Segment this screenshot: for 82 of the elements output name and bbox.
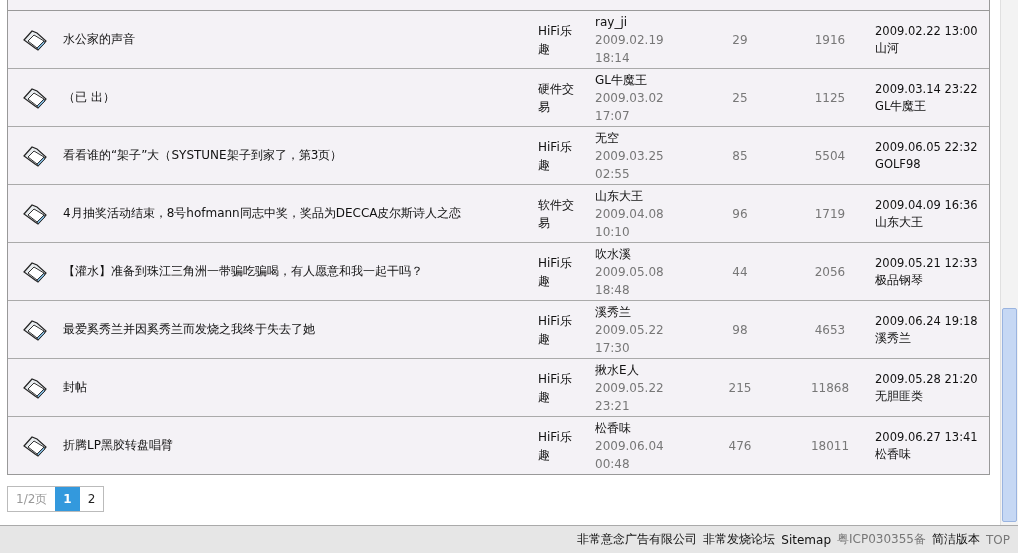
forum-name[interactable]: HiFi乐趣 <box>538 21 576 58</box>
last-poster-name[interactable]: GL牛魔王 <box>875 97 989 115</box>
reply-count: 44 <box>731 264 749 279</box>
folder-icon <box>22 317 48 342</box>
view-count: 5504 <box>813 148 847 163</box>
post-date: 2009.02.19 18:14 <box>595 31 665 67</box>
author-name[interactable]: 揪水E人 <box>595 360 695 379</box>
forum-name[interactable]: HiFi乐趣 <box>538 311 576 348</box>
last-poster-name[interactable]: GOLF98 <box>875 155 989 173</box>
thread-title-link[interactable]: 4月抽奖活动结束，8号hofmann同志中奖，奖品为DECCA皮尔斯诗人之恋 <box>63 205 538 222</box>
view-count: 11868 <box>809 380 851 395</box>
view-count: 1916 <box>813 32 847 47</box>
author-name[interactable]: GL牛魔王 <box>595 70 695 89</box>
view-count: 1719 <box>813 206 847 221</box>
author-name[interactable]: ray_ji <box>595 12 695 31</box>
footer-link[interactable]: 简洁版本 <box>932 531 980 548</box>
author-name[interactable]: 溪秀兰 <box>595 302 695 321</box>
forum-name[interactable]: HiFi乐趣 <box>538 369 576 406</box>
reply-count: 25 <box>731 90 749 105</box>
forum-name[interactable]: HiFi乐趣 <box>538 427 576 464</box>
last-post-time[interactable]: 2009.02.22 13:00 <box>875 22 989 40</box>
post-date: 2009.06.04 00:48 <box>595 437 665 473</box>
last-poster-name[interactable]: 山河 <box>875 39 989 57</box>
forum-name[interactable]: 软件交易 <box>538 195 576 232</box>
post-date: 2009.03.02 17:07 <box>595 89 665 125</box>
footer-text: TOP <box>986 532 1010 547</box>
last-post-time[interactable]: 2009.06.05 22:32 <box>875 138 989 156</box>
author-name[interactable]: 吹水溪 <box>595 244 695 263</box>
thread-title-link[interactable]: 看看谁的“架子”大（SYSTUNE架子到家了，第3页） <box>63 147 538 164</box>
view-count: 2056 <box>813 264 847 279</box>
reply-count: 215 <box>727 380 753 395</box>
last-post-time[interactable]: 2009.05.28 21:20 <box>875 370 989 388</box>
folder-icon <box>22 27 48 52</box>
post-date: 2009.05.22 23:21 <box>595 379 665 415</box>
footer-link[interactable]: 非常发烧论坛 <box>703 531 776 548</box>
footer-link[interactable]: 非常意念广告有限公司 <box>577 531 698 548</box>
reply-count: 85 <box>731 148 749 163</box>
forum-name[interactable]: HiFi乐趣 <box>538 137 576 174</box>
folder-icon <box>22 375 48 400</box>
post-date: 2009.05.22 17:30 <box>595 321 665 357</box>
last-post-time[interactable]: 2009.04.09 16:36 <box>875 196 989 214</box>
reply-count: 98 <box>731 322 749 337</box>
post-date: 2009.04.08 10:10 <box>595 205 665 241</box>
author-name[interactable]: 无空 <box>595 128 695 147</box>
scrollbar-thumb[interactable] <box>1002 308 1017 522</box>
last-post-time[interactable]: 2009.06.27 13:41 <box>875 428 989 446</box>
thread-title-link[interactable]: 【灌水】准备到珠江三角洲一带骗吃骗喝，有人愿意和我一起干吗？ <box>63 263 538 280</box>
scrollbar[interactable] <box>1000 0 1018 525</box>
last-poster-name[interactable]: 松香味 <box>875 445 989 463</box>
post-date: 2009.03.25 02:55 <box>595 147 665 183</box>
thread-title-link[interactable]: 水公家的声音 <box>63 31 538 48</box>
folder-icon <box>22 85 48 110</box>
view-count: 1125 <box>813 90 847 105</box>
folder-icon <box>22 259 48 284</box>
view-count: 4653 <box>813 322 847 337</box>
page-link[interactable]: 2 <box>79 487 104 511</box>
last-post-time[interactable]: 2009.05.21 12:33 <box>875 254 989 272</box>
reply-count: 29 <box>731 32 749 47</box>
thread-title-link[interactable]: 折腾LP黑胶转盘唱臂 <box>63 437 538 454</box>
forum-name[interactable]: 硬件交易 <box>538 79 576 116</box>
last-poster-name[interactable]: 山东大王 <box>875 213 989 231</box>
view-count: 18011 <box>809 438 851 453</box>
footer-link[interactable]: Sitemap <box>781 532 831 547</box>
last-post-time[interactable]: 2009.06.24 19:18 <box>875 312 989 330</box>
last-poster-name[interactable]: 极品钢琴 <box>875 271 989 289</box>
folder-icon <box>22 143 48 168</box>
last-poster-name[interactable]: 溪秀兰 <box>875 329 989 347</box>
forum-name[interactable]: HiFi乐趣 <box>538 253 576 290</box>
page-info: 1/2页 <box>15 490 49 508</box>
folder-icon <box>22 433 48 458</box>
thread-title-link[interactable]: 最爱奚秀兰并因奚秀兰而发烧之我终于失去了她 <box>63 321 538 338</box>
thread-title-link[interactable]: （已 出） <box>63 89 538 106</box>
folder-icon <box>22 201 48 226</box>
author-name[interactable]: 松香味 <box>595 418 695 437</box>
thread-title-link[interactable]: 封帖 <box>63 379 538 396</box>
last-post-time[interactable]: 2009.03.14 23:22 <box>875 80 989 98</box>
footer-text: 粤ICP030355备 <box>837 531 926 548</box>
reply-count: 96 <box>731 206 749 221</box>
author-name[interactable]: 山东大王 <box>595 186 695 205</box>
last-poster-name[interactable]: 无胆匪类 <box>875 387 989 405</box>
reply-count: 476 <box>727 438 753 453</box>
post-date: 2009.05.08 18:48 <box>595 263 665 299</box>
